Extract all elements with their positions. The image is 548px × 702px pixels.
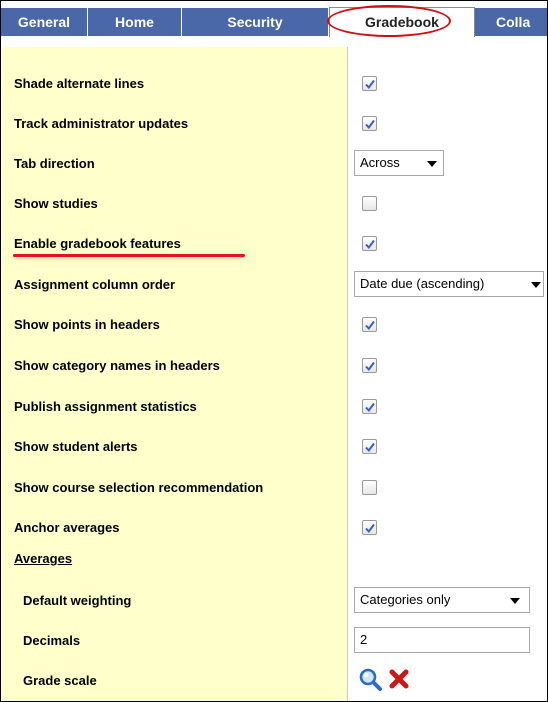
select-default-weighting[interactable]: Categories only [354,587,530,613]
tab-general[interactable]: General [1,8,88,36]
label-show-points-in-headers: Show points in headers [14,317,160,332]
chevron-down-icon [531,282,541,288]
label-show-course-selection: Show course selection recommendation [14,480,264,495]
checkbox-enable-gradebook-features[interactable] [362,236,377,251]
settings-panel: General Home Security Gradebook Colla Sh… [0,0,548,702]
label-show-student-alerts: Show student alerts [14,439,138,454]
label-show-studies: Show studies [14,196,98,211]
checkbox-show-category-names[interactable] [362,358,377,373]
annotation-underline [13,254,245,257]
label-default-weighting: Default weighting [23,593,132,608]
checkbox-show-course-selection[interactable] [362,480,377,495]
label-tab-direction: Tab direction [14,156,95,171]
label-show-category-names: Show category names in headers [14,358,220,373]
label-grade-scale: Grade scale [23,673,97,688]
label-shade-alternate-lines: Shade alternate lines [14,76,145,91]
select-default-weighting-value: Categories only [360,592,451,607]
chevron-down-icon [427,161,437,167]
label-assignment-column-order: Assignment column order [14,277,176,292]
checkbox-show-student-alerts[interactable] [362,439,377,454]
select-assignment-column-order-value: Date due (ascending) [360,276,485,291]
tab-home[interactable]: Home [88,8,182,36]
magnifier-icon[interactable] [358,667,384,694]
label-enable-gradebook-features: Enable gradebook features [14,236,181,251]
checkbox-publish-assignment-stats[interactable] [362,399,377,414]
checkbox-anchor-averages[interactable] [362,520,377,535]
label-publish-assignment-stats: Publish assignment statistics [14,399,197,414]
section-heading-averages: Averages [14,551,73,566]
tab-gradebook[interactable]: Gradebook [329,7,475,37]
decimals-input[interactable]: 2 [354,627,530,653]
checkbox-shade-alternate-lines[interactable] [362,76,377,91]
select-assignment-column-order[interactable]: Date due (ascending) [354,271,544,297]
tab-bar: General Home Security Gradebook Colla [1,1,547,37]
delete-x-icon[interactable] [388,668,410,693]
checkbox-show-points-in-headers[interactable] [362,317,377,332]
tab-collaboration[interactable]: Colla [475,8,547,36]
tab-security[interactable]: Security [182,8,329,36]
label-decimals: Decimals [23,633,81,648]
chevron-down-icon [510,598,520,604]
decimals-value: 2 [360,632,368,647]
select-tab-direction-value: Across [360,155,400,170]
label-anchor-averages: Anchor averages [14,520,120,535]
select-tab-direction[interactable]: Across [354,150,444,176]
checkbox-track-admin-updates[interactable] [362,116,377,131]
checkbox-show-studies[interactable] [362,196,377,211]
label-track-admin-updates: Track administrator updates [14,116,189,131]
